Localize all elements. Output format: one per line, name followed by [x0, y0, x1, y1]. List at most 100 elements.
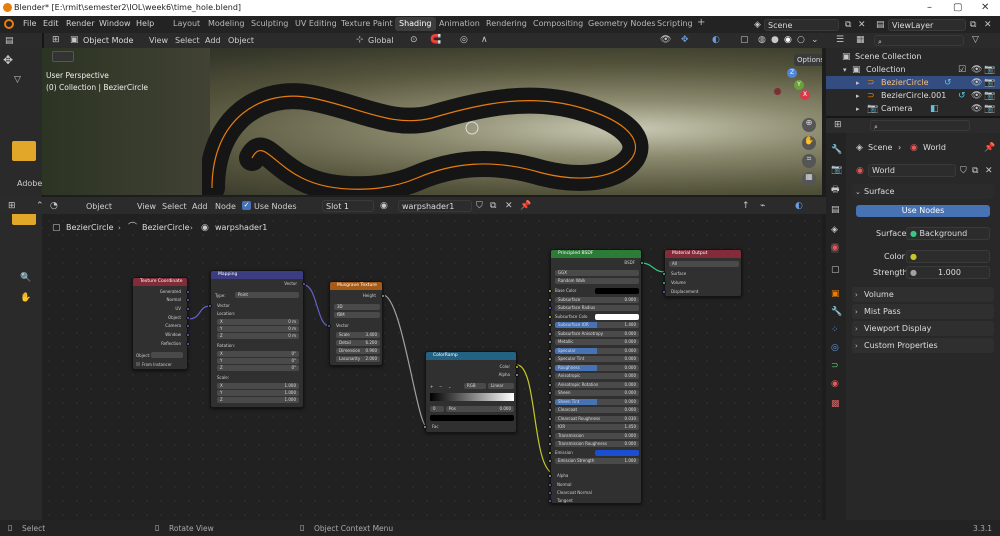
socket[interactable] [662, 290, 666, 294]
gizmo-y-axis[interactable]: Y [794, 80, 804, 90]
shading-wireframe-icon[interactable]: ◍ [758, 35, 766, 45]
options-dropdown[interactable]: Options [794, 54, 822, 66]
texture-tab-icon[interactable]: ▩ [831, 399, 840, 409]
bsdf-input-field[interactable]: Metallic 0.000 [555, 339, 639, 345]
render-tab-icon[interactable]: 📷 [831, 165, 842, 175]
node-principled-bsdf[interactable]: Principled BSDF BSDF GGX Random Walk Bas… [548, 249, 644, 504]
socket[interactable] [548, 399, 552, 404]
pin-icon[interactable]: 📌 [984, 143, 995, 153]
socket[interactable] [548, 382, 552, 387]
checkbox-icon[interactable]: ☑ [958, 65, 966, 75]
socket[interactable] [208, 304, 212, 308]
outliner-item-beziercircle-001[interactable]: ▸ ⊃ BezierCircle.001 ↺ 👁 📷 [826, 89, 1000, 102]
socket[interactable] [186, 307, 190, 311]
filter-icon[interactable]: ▽ [972, 35, 979, 45]
lacunarity-field[interactable]: Lacunarity 2.000 [336, 356, 380, 362]
node-header[interactable]: Mapping [211, 271, 303, 279]
socket[interactable] [548, 474, 552, 478]
stop-position-field[interactable]: Pos 0.000 [446, 406, 514, 412]
socket[interactable] [548, 348, 552, 353]
panel-viewport-display[interactable]: › Viewport Display [852, 321, 994, 336]
pan-hand-icon[interactable]: ✋ [20, 293, 31, 303]
surface-shader-field[interactable]: ● Background [906, 227, 990, 240]
close-button[interactable]: ✕ [981, 2, 989, 13]
overlay-toggle-icon[interactable]: ◐ [712, 35, 720, 45]
rotation-y-field[interactable]: Y 0° [217, 358, 299, 364]
bsdf-input-field[interactable]: Anisotropic Rotation 0.000 [555, 381, 639, 388]
bsdf-input-field[interactable]: Subsurface 0.000 [555, 296, 639, 303]
output-target-dropdown[interactable]: All [669, 261, 739, 267]
panel-surface[interactable]: ⌄ Surface [852, 184, 994, 199]
socket[interactable] [548, 297, 552, 302]
pan-view-icon[interactable]: ✋ [802, 136, 816, 150]
stop-color-swatch[interactable] [430, 415, 514, 421]
3d-viewport[interactable]: User Perspective (0) Collection | Bezier… [42, 48, 822, 195]
panel-custom-properties[interactable]: › Custom Properties [852, 338, 994, 353]
add-workspace-button[interactable]: + [697, 17, 705, 28]
outliner-search-input[interactable]: ⌕ [874, 35, 964, 46]
socket[interactable] [186, 333, 190, 337]
world-datablock-field[interactable]: World [868, 164, 956, 177]
scale-x-field[interactable]: X 1.000 [217, 383, 299, 389]
bsdf-input-field[interactable]: Sheen 0.000 [555, 390, 639, 396]
location-y-field[interactable]: Y0 m [217, 326, 299, 332]
editor-type-icon[interactable]: ⊞ [834, 120, 842, 130]
viewlayer-selector[interactable]: ViewLayer [888, 19, 966, 31]
socket[interactable] [548, 450, 552, 455]
bsdf-color-swatch[interactable] [595, 313, 639, 320]
ramp-menu-icon[interactable]: ⌄ [448, 384, 451, 389]
overlay-node-icon[interactable]: ◐ [795, 201, 803, 211]
editor-type-icon[interactable]: ⊞ [8, 201, 16, 211]
tab-shading[interactable]: Shading [395, 17, 436, 31]
shading-material-icon[interactable]: ◉ [784, 35, 792, 45]
slot-selector[interactable]: Slot 1 [322, 200, 374, 212]
snap-icon[interactable]: 🧲 [430, 35, 441, 45]
zoom-icon[interactable]: 🔍 [20, 273, 31, 283]
socket[interactable] [186, 324, 190, 328]
rotation-z-field[interactable]: Z 0° [217, 365, 299, 371]
dimension-field[interactable]: Dimension 0.900 [336, 348, 380, 354]
shader-type-selector[interactable]: Object [86, 202, 112, 211]
socket[interactable] [548, 323, 552, 327]
bsdf-input-field[interactable]: Clearcoat 0.000 [555, 407, 639, 413]
socket[interactable] [515, 373, 519, 377]
node-menu-node[interactable]: Node [215, 202, 236, 211]
shading-options-icon[interactable]: ⌄ [811, 35, 819, 45]
eye-icon[interactable]: 👁 [971, 91, 982, 101]
tab-scripting[interactable]: Scripting [657, 19, 693, 28]
editor-type-icon[interactable]: ⊞ [52, 35, 60, 45]
zoom-view-icon[interactable]: ⊕ [802, 118, 816, 132]
stop-index-field[interactable]: 0 [430, 406, 444, 412]
socket[interactable] [548, 499, 552, 503]
snap-toggle-icon[interactable]: ⌃ [36, 201, 44, 211]
properties-search-input[interactable]: ⌕ [870, 120, 970, 131]
socket[interactable] [186, 316, 190, 320]
gizmo-x-axis[interactable]: X [800, 90, 810, 100]
gizmo-neg-x[interactable] [774, 88, 781, 95]
menu-render[interactable]: Render [66, 19, 94, 28]
socket[interactable] [662, 281, 666, 285]
musgrave-type-dropdown[interactable]: fBM [334, 312, 380, 318]
display-mode-icon[interactable]: ▦ [856, 35, 865, 45]
tab-animation[interactable]: Animation [439, 19, 480, 28]
proportional-edit-icon[interactable]: ◎ [460, 35, 468, 45]
bsdf-input-field[interactable]: Transmission 0.000 [555, 432, 639, 439]
tab-layout[interactable]: Layout [173, 19, 200, 28]
node-header[interactable]: ColorRamp [426, 352, 516, 360]
parent-node-icon[interactable]: ↑ [742, 201, 750, 211]
socket[interactable] [548, 425, 552, 429]
visibility-icon[interactable]: 👁 [660, 35, 671, 45]
perspective-toggle-icon[interactable]: ▦ [802, 172, 816, 186]
folder-icon[interactable] [12, 141, 36, 161]
collection-tab-icon[interactable]: ▢ [831, 265, 840, 275]
tool-tab-icon[interactable]: 🔧 [831, 145, 842, 155]
socket[interactable] [302, 282, 306, 286]
socket[interactable] [548, 433, 552, 438]
viewport-menu-view[interactable]: View [149, 36, 168, 45]
bsdf-input-field[interactable]: Roughness 0.000 [555, 364, 639, 371]
shading-rendered-icon[interactable]: ○ [797, 35, 805, 45]
transform-gizmo-icon[interactable]: ✥ [3, 54, 13, 66]
new-viewlayer-icon[interactable]: ⧉ [970, 20, 976, 30]
scale-z-field[interactable]: Z 1.000 [217, 397, 299, 403]
node-header[interactable]: Musgrave Texture [330, 282, 382, 290]
